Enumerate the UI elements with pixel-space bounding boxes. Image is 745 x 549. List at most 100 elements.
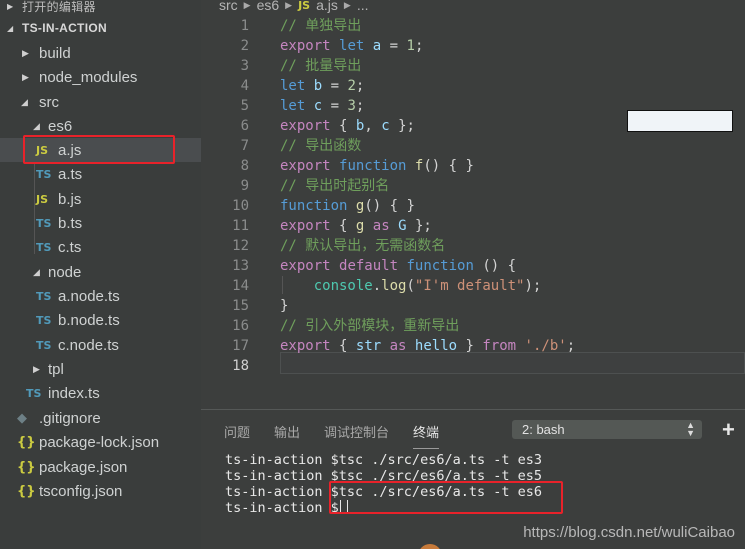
terminal-select[interactable]: 2: bash ▲ ▼	[512, 420, 702, 439]
line-number: 11	[232, 218, 249, 234]
code-line[interactable]: 15}	[201, 296, 745, 316]
line-number: 15	[232, 298, 249, 314]
tree-item-package-lock-json[interactable]: {} package-lock.json	[0, 430, 201, 454]
watermark: https://blog.csdn.net/wuliCaibao	[523, 524, 735, 541]
code-line[interactable]: 17 export { str as hello } from './b';	[201, 336, 745, 356]
chevron-right-icon: ▶	[7, 1, 14, 11]
code-line[interactable]: 4 let b = 2;	[201, 76, 745, 96]
terminal-prompt: ts-in-action $	[225, 500, 339, 516]
tree-item-label: c.node.ts	[58, 336, 119, 354]
tree-item-build[interactable]: ▶ build	[0, 41, 201, 65]
tree-item-b-js[interactable]: JS b.js	[0, 187, 201, 211]
line-number: 17	[232, 338, 249, 354]
tree-item-gitignore[interactable]: ◆ .gitignore	[0, 406, 201, 430]
code-text: // 导出函数	[280, 138, 362, 154]
tree-item-label: node	[48, 263, 82, 281]
line-number: 6	[240, 118, 249, 134]
code-line[interactable]: 16 // 引入外部模块，重新导出	[201, 316, 745, 336]
ts-file-icon: TS	[36, 289, 52, 303]
js-file-icon: JS	[36, 192, 49, 206]
breadcrumb-item[interactable]: ...	[357, 0, 369, 13]
breadcrumb-item[interactable]: es6	[257, 0, 280, 13]
code-line[interactable]: 1 // 单独导出	[201, 16, 745, 36]
terminal-select-value: 2: bash	[522, 422, 565, 437]
tree-item-tpl[interactable]: ▶ tpl	[0, 357, 201, 381]
tab-debug-console[interactable]: 调试控制台	[324, 422, 389, 441]
add-terminal-button[interactable]: +	[722, 417, 735, 443]
line-number: 1	[240, 18, 249, 34]
code-line[interactable]: 10 function g() { }	[201, 196, 745, 216]
breadcrumb-item[interactable]: a.js	[316, 0, 338, 13]
tree-item-index-ts[interactable]: TS index.ts	[0, 381, 201, 405]
code-text: export { g as G };	[280, 218, 432, 234]
tree-item-c-node-ts[interactable]: TS c.node.ts	[0, 333, 201, 357]
tree-item-label: b.ts	[58, 214, 83, 232]
code-text: export function f() { }	[280, 158, 474, 174]
code-line[interactable]: 12 // 默认导出，无需函数名	[201, 236, 745, 256]
tree-item-label: package.json	[39, 458, 128, 476]
tree-item-label: .gitignore	[39, 409, 101, 427]
code-line[interactable]: 13 export default function () {	[201, 256, 745, 276]
line-number: 7	[240, 138, 249, 154]
json-file-icon: {}	[17, 483, 36, 499]
tree-item-label: a.ts	[58, 165, 83, 183]
code-editor[interactable]: src ▶ es6 ▶ JS a.js ▶ ... 1 // 单独导出 2 expor…	[201, 0, 745, 409]
code-text: function g() { }	[280, 198, 415, 214]
tree-item-c-ts[interactable]: TS c.ts	[0, 235, 201, 259]
project-label: TS-IN-ACTION	[22, 21, 107, 35]
tree-item-b-ts[interactable]: TS b.ts	[0, 211, 201, 235]
annotation-highlight-box	[329, 481, 563, 514]
line-number: 9	[240, 178, 249, 194]
tree-item-label: b.js	[58, 190, 82, 208]
tree-item-package-json[interactable]: {} package.json	[0, 455, 201, 479]
annotation-highlight-box	[23, 135, 175, 164]
code-line[interactable]: 2 export let a = 1;	[201, 36, 745, 56]
code-line[interactable]: 8 export function f() { }	[201, 156, 745, 176]
chevron-right-icon: ▶	[243, 0, 251, 10]
code-text: console.log("I'm default");	[313, 278, 542, 294]
chevron-down-icon: ◢	[33, 266, 40, 277]
code-text: export let a = 1;	[280, 38, 424, 54]
tree-item-node-modules[interactable]: ▶ node_modules	[0, 65, 201, 89]
chevron-right-icon: ▶	[33, 363, 40, 374]
code-line[interactable]: 9 // 导出时起别名	[201, 176, 745, 196]
line-number: 16	[232, 318, 249, 334]
ts-file-icon: TS	[36, 338, 52, 352]
tree-item-label: es6	[48, 117, 73, 135]
tree-item-a-node-ts[interactable]: TS a.node.ts	[0, 284, 201, 308]
tree-item-tsconfig-json[interactable]: {} tsconfig.json	[0, 479, 201, 503]
tab-output[interactable]: 输出	[274, 422, 300, 441]
open-editors-label: 打开的编辑器	[22, 0, 96, 14]
code-text: let b = 2;	[280, 78, 365, 94]
chevron-right-icon: ▶	[343, 0, 351, 10]
panel-tabs: 问题 输出 调试控制台 终端	[224, 422, 440, 449]
code-text: // 单独导出	[280, 18, 362, 34]
code-line[interactable]: 11 export { g as G };	[201, 216, 745, 236]
git-file-icon: ◆	[17, 410, 27, 426]
updown-arrows-icon: ▲ ▼	[686, 420, 695, 438]
tree-item-b-node-ts[interactable]: TS b.node.ts	[0, 308, 201, 332]
tree-item-label: a.node.ts	[58, 287, 120, 305]
code-line[interactable]: 14 console.log("I'm default");	[201, 276, 745, 296]
breadcrumb-item[interactable]: src	[219, 0, 238, 13]
js-file-icon: JS	[298, 0, 311, 12]
line-number: 13	[232, 258, 249, 274]
tree-item-src[interactable]: ◢ src	[0, 90, 201, 114]
tree-item-label: tsconfig.json	[39, 482, 123, 500]
tree-item-a-ts[interactable]: TS a.ts	[0, 162, 201, 186]
code-line[interactable]: 7 // 导出函数	[201, 136, 745, 156]
code-text: }	[280, 298, 289, 314]
tree-item-label: index.ts	[48, 384, 100, 402]
code-line[interactable]: 18	[201, 356, 745, 376]
tab-problems[interactable]: 问题	[224, 422, 250, 441]
open-editors-section[interactable]: ▶ 打开的编辑器	[0, 0, 201, 16]
chevron-right-icon: ▶	[22, 47, 29, 58]
code-text: export { str as hello } from './b';	[280, 338, 576, 354]
tree-item-node[interactable]: ◢ node	[0, 260, 201, 284]
project-section-header[interactable]: ◢ TS-IN-ACTION	[0, 18, 201, 38]
code-text: // 默认导出，无需函数名	[280, 238, 446, 254]
code-text: export default function () {	[280, 258, 517, 274]
tab-terminal[interactable]: 终端	[413, 422, 440, 449]
line-number: 5	[240, 98, 249, 114]
code-line[interactable]: 3 // 批量导出	[201, 56, 745, 76]
